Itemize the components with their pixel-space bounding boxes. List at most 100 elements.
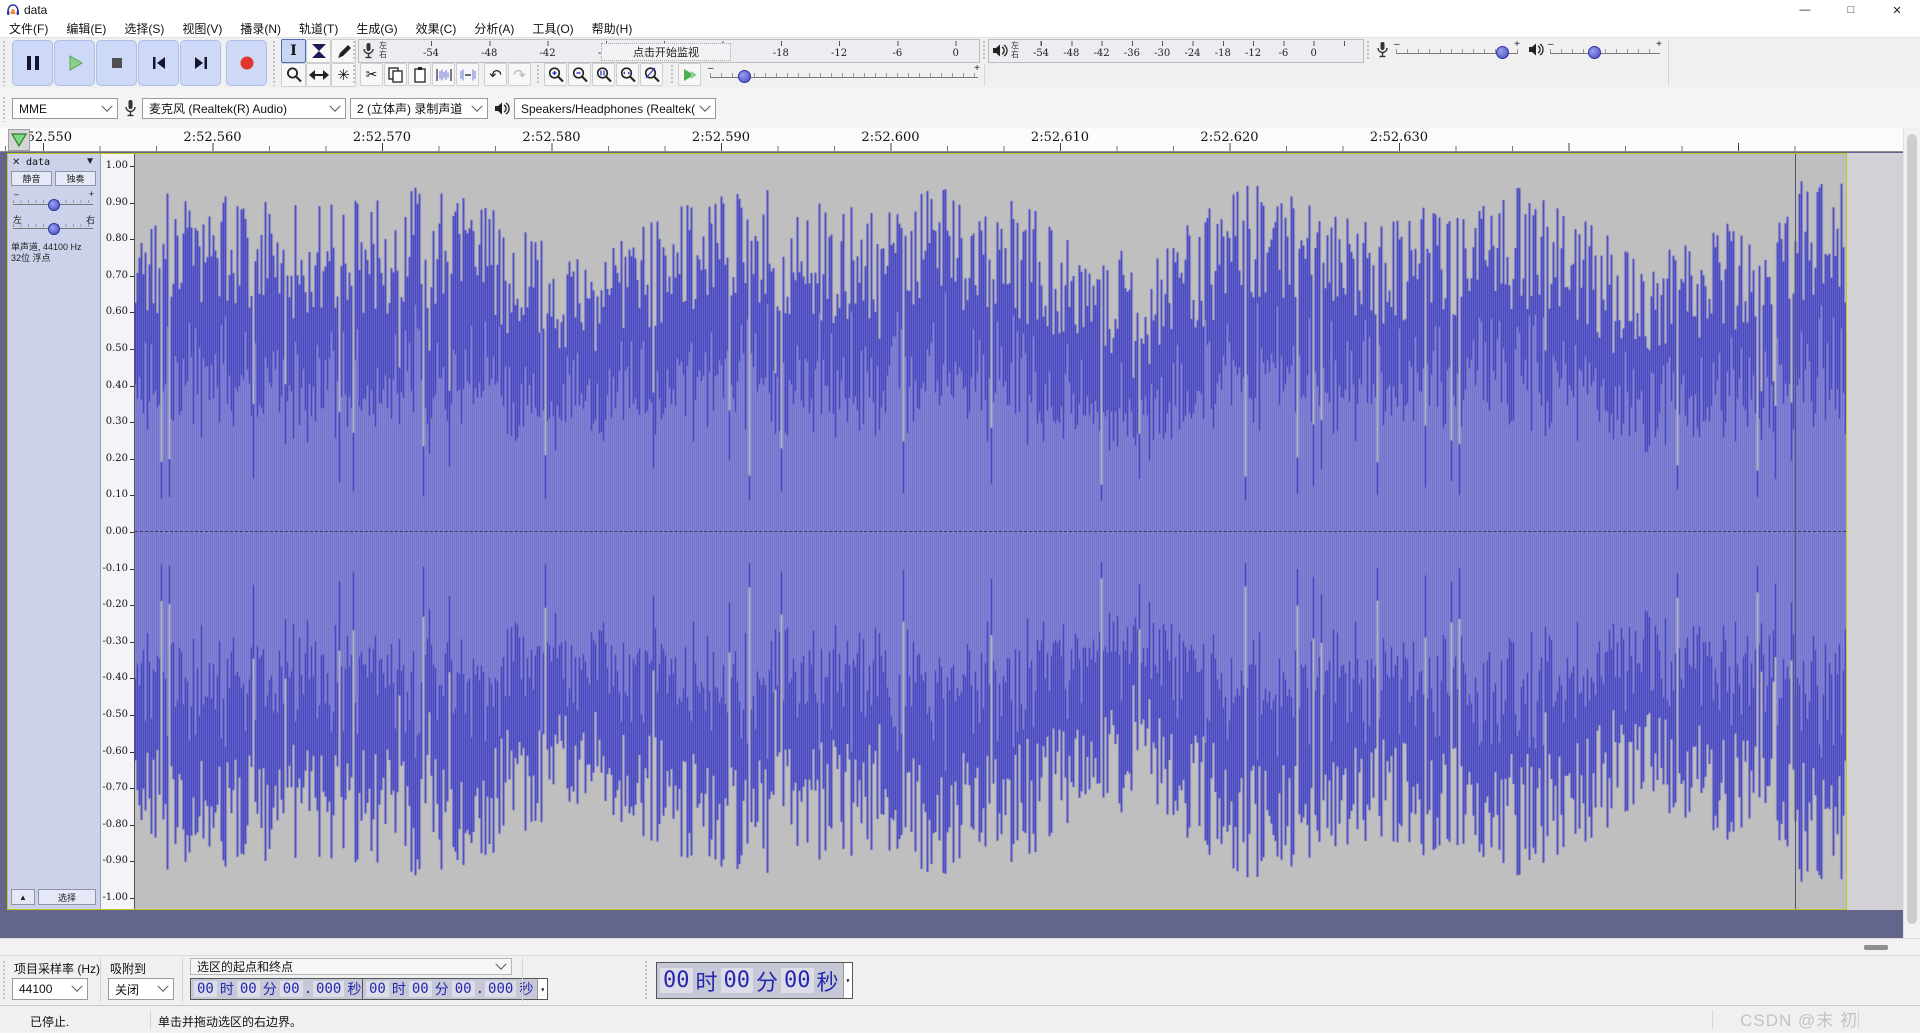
- vertical-ruler-label: 1.00: [106, 160, 128, 172]
- play-speed-slider[interactable]: – +: [710, 66, 978, 82]
- edit-toolbar-grip[interactable]: [352, 64, 357, 84]
- vertical-scrollbar[interactable]: [1903, 128, 1920, 938]
- collapse-track-button[interactable]: ▲: [11, 889, 35, 905]
- menu-item[interactable]: 生成(G): [347, 20, 406, 37]
- recording-device-select[interactable]: 麦克风 (Realtek(R) Audio): [142, 98, 346, 119]
- trim-audio-button[interactable]: [432, 63, 455, 86]
- minimize-button[interactable]: —: [1782, 0, 1828, 20]
- menu-item[interactable]: 播录(N): [231, 20, 290, 37]
- zoom-to-selection-button[interactable]: [592, 63, 615, 86]
- close-button[interactable]: ✕: [1874, 0, 1920, 20]
- window-title: data: [24, 3, 47, 17]
- zoom-toolbar-grip[interactable]: [536, 64, 541, 84]
- zoom-out-button[interactable]: [568, 63, 591, 86]
- play-at-speed-grip[interactable]: [670, 64, 675, 84]
- recording-meter[interactable]: 左右 -54-48-42-36-30-24-18-12-60 点击开始监视: [358, 39, 980, 63]
- solo-button[interactable]: 独奏: [55, 171, 96, 186]
- track-menu-button[interactable]: ▼: [85, 156, 95, 167]
- gain-slider-thumb[interactable]: [48, 199, 60, 211]
- timeline-ruler[interactable]: 2:52.5502:52.5602:52.5702:52.5802:52.590…: [0, 128, 1903, 152]
- stop-button[interactable]: [96, 40, 137, 86]
- recording-meter-grip[interactable]: [352, 40, 357, 60]
- undo-button[interactable]: ↶: [484, 63, 507, 86]
- playback-volume-thumb[interactable]: [1588, 46, 1601, 59]
- menu-item[interactable]: 文件(F): [0, 20, 57, 37]
- snap-to-select[interactable]: 关闭: [108, 978, 174, 1000]
- vertical-ruler-label: -0.80: [102, 819, 128, 831]
- menu-item[interactable]: 分析(A): [465, 20, 523, 37]
- menu-item[interactable]: 编辑(E): [57, 20, 115, 37]
- mixer-toolbar-grip[interactable]: [1366, 40, 1371, 60]
- menu-item[interactable]: 工具(O): [523, 20, 582, 37]
- track-select-button[interactable]: 选择: [38, 889, 96, 905]
- transport-toolbar-grip[interactable]: [2, 40, 7, 86]
- zoom-toggle-button[interactable]: [640, 63, 663, 86]
- fit-project-button[interactable]: [616, 63, 639, 86]
- horizontal-scrollbar[interactable]: [0, 938, 1920, 955]
- vertical-scrollbar-thumb[interactable]: [1907, 134, 1917, 924]
- play-at-speed-button[interactable]: [678, 63, 701, 86]
- track-name[interactable]: data: [26, 157, 50, 168]
- meter-scale-number: -42: [540, 48, 556, 59]
- pan-slider-thumb[interactable]: [48, 223, 60, 235]
- selection-mode-select[interactable]: 选区的起点和终点: [190, 958, 512, 975]
- waveform-area[interactable]: [135, 154, 1846, 909]
- play-speed-thumb[interactable]: [738, 70, 751, 83]
- meter-scale-number: 0: [1311, 48, 1317, 59]
- device-toolbar-grip[interactable]: [2, 96, 7, 122]
- menu-item[interactable]: 轨道(T): [290, 20, 347, 37]
- toolbar-separator: [522, 958, 523, 1002]
- paste-button[interactable]: [408, 63, 431, 86]
- time-toolbar-grip[interactable]: [644, 960, 649, 1000]
- playback-meter-grip[interactable]: [982, 40, 987, 60]
- recording-volume-thumb[interactable]: [1496, 46, 1509, 59]
- menu-item[interactable]: 视图(V): [173, 20, 231, 37]
- speaker-icon: [992, 43, 1008, 58]
- audio-position-field[interactable]: 00时00分00秒▾: [656, 962, 853, 999]
- maximize-button[interactable]: □: [1828, 0, 1874, 20]
- menu-item[interactable]: 选择(S): [115, 20, 173, 37]
- play-at-speed-icon: [682, 67, 698, 83]
- tools-toolbar-grip[interactable]: [272, 40, 277, 86]
- menu-item[interactable]: 帮助(H): [583, 20, 642, 37]
- playback-meter[interactable]: 左右 -54-48-42-36-30-24-18-12-60: [988, 39, 1364, 63]
- selection-end-field[interactable]: 00时00分00.000秒▾: [362, 978, 548, 1000]
- selection-start-field[interactable]: 00时00分00.000秒▾: [190, 978, 376, 1000]
- play-button[interactable]: [54, 40, 95, 86]
- time-shift-tool-button[interactable]: [306, 63, 331, 87]
- track-bitdepth-info: 32位 浮点: [11, 251, 51, 264]
- silence-audio-button[interactable]: [456, 63, 479, 86]
- meter-scale-number: -12: [1245, 48, 1261, 59]
- track-close-button[interactable]: ✕: [12, 157, 20, 168]
- playback-device-select[interactable]: Speakers/Headphones (Realtek(R)): [514, 98, 716, 119]
- cut-button[interactable]: ✂: [360, 63, 383, 86]
- mute-button[interactable]: 静音: [11, 171, 52, 186]
- menu-item[interactable]: 效果(C): [407, 20, 466, 37]
- zoom-tool-button[interactable]: [281, 63, 306, 87]
- zoom-in-button[interactable]: [544, 63, 567, 86]
- audio-host-select[interactable]: MME: [12, 98, 118, 119]
- meter-scale-number: -18: [773, 48, 789, 59]
- undo-icon: ↶: [489, 66, 502, 84]
- selection-toolbar-grip[interactable]: [2, 960, 7, 1000]
- skip-to-start-button[interactable]: [138, 40, 179, 86]
- envelope-tool-button[interactable]: [306, 39, 331, 63]
- vertical-ruler-label: 0.70: [106, 270, 128, 282]
- selection-boundary-cursor[interactable]: [1795, 154, 1796, 909]
- timeline-pin-button[interactable]: [8, 129, 30, 151]
- slider-groove: [1550, 53, 1660, 54]
- project-rate-select[interactable]: 44100: [12, 978, 88, 1000]
- selection-tool-button[interactable]: I: [281, 39, 306, 63]
- horizontal-scrollbar-thumb[interactable]: [1864, 945, 1888, 950]
- copy-button[interactable]: [384, 63, 407, 86]
- redo-button[interactable]: ↷: [508, 63, 531, 86]
- skip-to-end-button[interactable]: [180, 40, 221, 86]
- record-button[interactable]: [226, 40, 267, 86]
- pause-button[interactable]: [12, 40, 53, 86]
- playback-volume-slider[interactable]: – +: [1550, 42, 1660, 58]
- vertical-ruler[interactable]: 1.000.900.800.700.600.500.400.300.200.10…: [101, 154, 135, 909]
- recording-channels-select[interactable]: 2 (立体声) 录制声道: [350, 98, 488, 119]
- meter-monitor-overlay[interactable]: 点击开始监视: [601, 43, 731, 61]
- meter-scale-number: -12: [831, 48, 847, 59]
- recording-volume-slider[interactable]: – +: [1396, 42, 1518, 58]
